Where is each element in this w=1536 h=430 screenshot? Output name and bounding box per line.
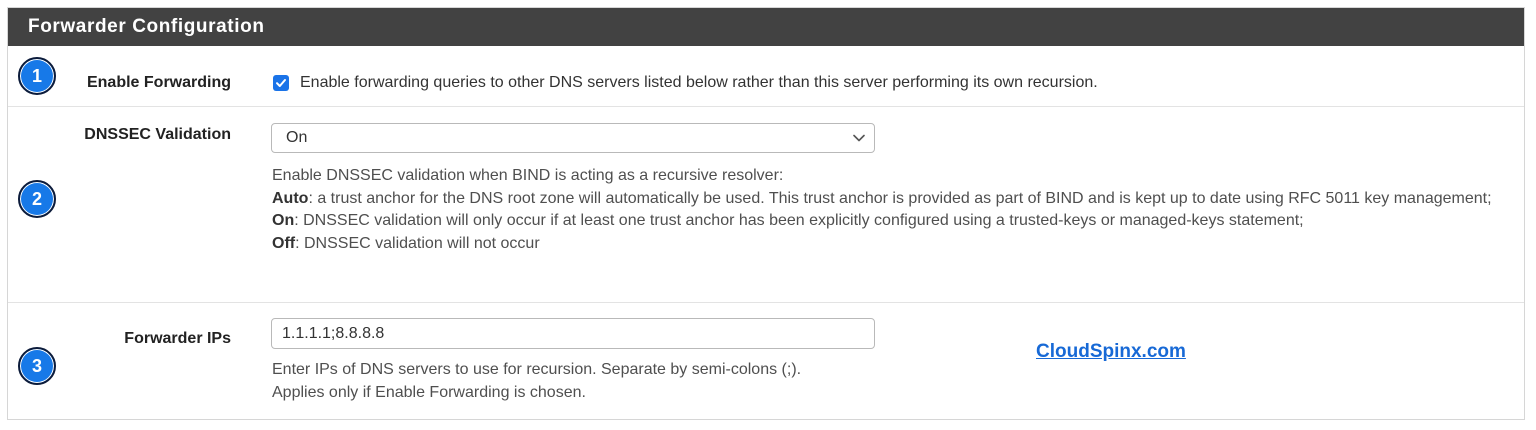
- on-description: : DNSSEC validation will only occur if a…: [294, 212, 1304, 229]
- dnssec-help-on: On: DNSSEC validation will only occur if…: [272, 210, 1502, 233]
- dnssec-help-off: Off: DNSSEC validation will not occur: [272, 233, 1502, 256]
- dnssec-validation-row: 2 DNSSEC Validation On Enable DNSSEC val…: [8, 107, 1524, 303]
- enable-forwarding-checkbox[interactable]: [273, 75, 289, 91]
- forwarder-ips-help-line-2: Applies only if Enable Forwarding is cho…: [272, 383, 586, 401]
- dnssec-help-intro: Enable DNSSEC validation when BIND is ac…: [272, 167, 784, 184]
- auto-description: : a trust anchor for the DNS root zone w…: [308, 189, 1492, 207]
- forwarder-configuration-panel: Forwarder Configuration 1 Enable Forward…: [7, 7, 1525, 420]
- enable-forwarding-label: Enable Forwarding: [86, 74, 231, 91]
- off-description: : DNSSEC validation will not occur: [295, 234, 540, 252]
- dnssec-selected-value: On: [286, 129, 308, 146]
- step-badge-1: 1: [18, 57, 56, 95]
- step-badge-2: 2: [18, 180, 56, 218]
- on-term: On: [272, 212, 295, 229]
- forwarder-ips-input[interactable]: 1.1.1.1;8.8.8.8: [271, 318, 875, 349]
- off-term: Off: [272, 234, 296, 252]
- checkmark-icon: [276, 79, 286, 87]
- forwarder-ips-row: 3 Forwarder IPs 1.1.1.1;8.8.8.8 Enter IP…: [8, 303, 1524, 421]
- chevron-down-icon: [853, 134, 865, 142]
- dnssec-validation-select[interactable]: On: [271, 123, 875, 153]
- forwarder-ips-help-text: Enter IPs of DNS servers to use for recu…: [272, 359, 1502, 404]
- step-badge-3: 3: [18, 347, 56, 385]
- dnssec-help-text: Enable DNSSEC validation when BIND is ac…: [272, 165, 1502, 255]
- forwarder-ips-help-line-1: Enter IPs of DNS servers to use for recu…: [272, 361, 802, 378]
- cloudspinx-link[interactable]: CloudSpinx.com: [1036, 341, 1186, 363]
- auto-term: Auto: [272, 189, 309, 207]
- dnssec-validation-label: DNSSEC Validation: [84, 126, 231, 143]
- enable-forwarding-row: 1 Enable Forwarding Enable forwarding qu…: [8, 46, 1524, 107]
- panel-title: Forwarder Configuration: [8, 8, 1524, 46]
- dnssec-help-auto: Auto: a trust anchor for the DNS root zo…: [272, 188, 1502, 211]
- enable-forwarding-description: Enable forwarding queries to other DNS s…: [300, 74, 1098, 91]
- forwarder-ips-label: Forwarder IPs: [124, 330, 231, 347]
